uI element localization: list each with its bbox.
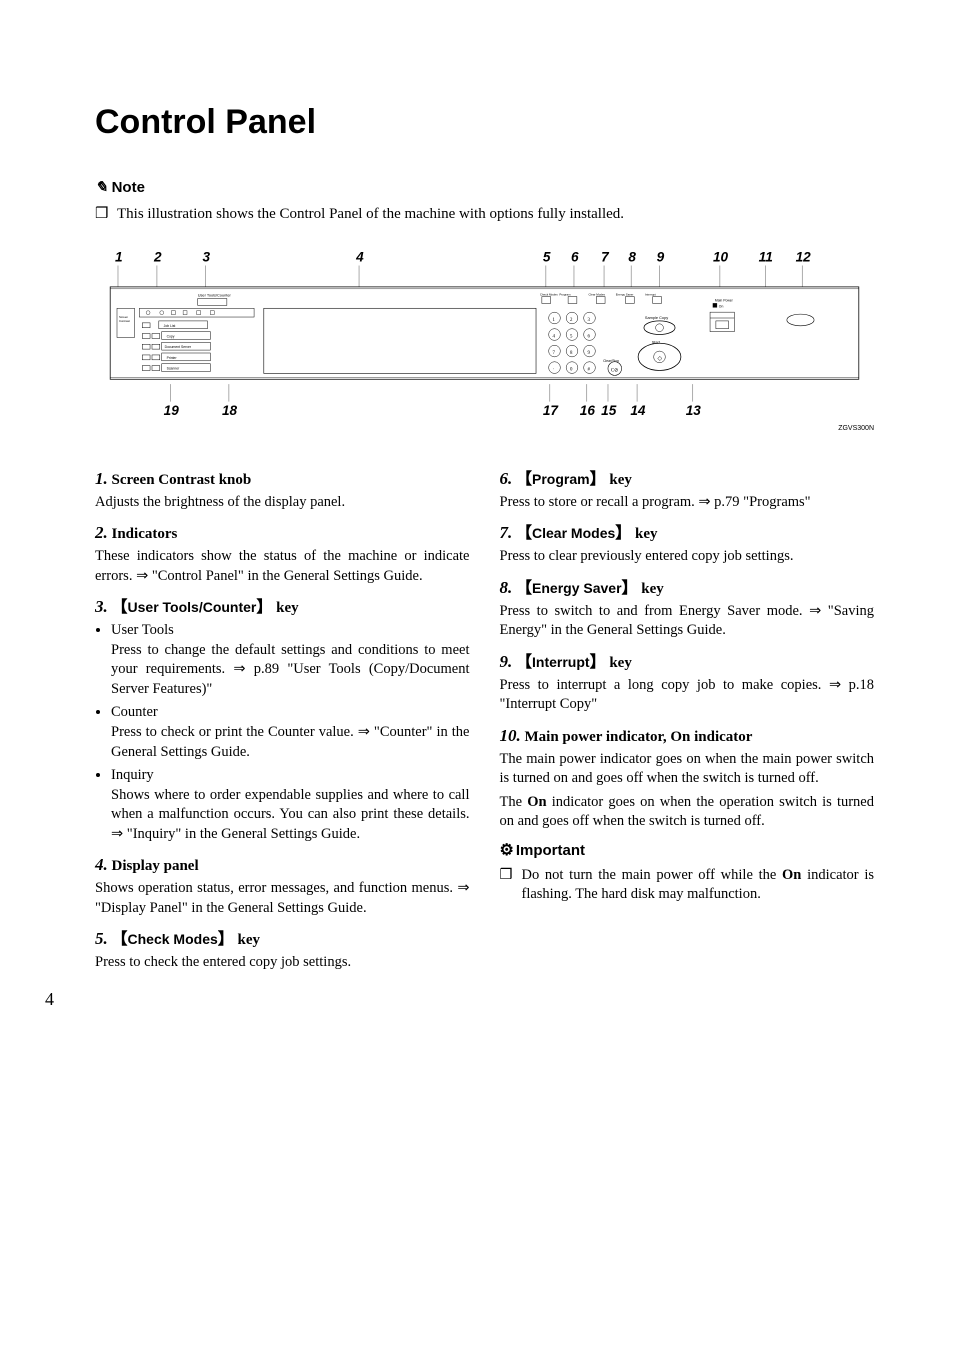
important-item: Do not turn the main power off while the…	[500, 866, 875, 905]
item-5-head: 5. 【Check Modes】 key	[95, 928, 470, 951]
sublist-item: User Tools Press to change the default s…	[111, 621, 470, 699]
svg-text:17: 17	[543, 404, 560, 419]
item-4-head: 4. Display panel	[95, 854, 470, 877]
svg-text:8: 8	[570, 351, 573, 356]
svg-text:◇: ◇	[658, 356, 663, 362]
svg-text:5: 5	[543, 250, 551, 265]
item-1-body: Adjusts the brightness of the display pa…	[95, 493, 470, 513]
right-column: 6. 【Program】 key Press to store or recal…	[500, 458, 875, 977]
important-list: Do not turn the main power off while the…	[500, 866, 875, 905]
svg-text:6: 6	[571, 250, 579, 265]
sublist-item: Inquiry Shows where to order expendable …	[111, 766, 470, 844]
svg-text:Check Modes: Check Modes	[540, 293, 558, 297]
item-5-body: Press to check the entered copy job sett…	[95, 953, 470, 973]
svg-text:9: 9	[657, 250, 665, 265]
sublist-item: Counter Press to check or print the Coun…	[111, 703, 470, 762]
svg-text:3: 3	[203, 250, 211, 265]
page-title: Control Panel	[95, 100, 874, 146]
svg-text:12: 12	[796, 250, 812, 265]
svg-text:8: 8	[628, 250, 636, 265]
page-number: 4	[45, 987, 874, 1011]
control-panel-diagram: 1 2 3 4 5 6 7 8 9 10 11 12 Screen Contra…	[95, 248, 874, 429]
svg-text:4: 4	[355, 250, 364, 265]
item-6-body: Press to store or recall a program. ⇒ p.…	[500, 493, 875, 513]
important-header: ⚙Important	[500, 840, 875, 862]
item-7-body: Press to clear previously entered copy j…	[500, 547, 875, 567]
item-10-body: The main power indicator goes on when th…	[500, 750, 875, 832]
item-1-head: 1. Screen Contrast knob	[95, 468, 470, 491]
diagram-code: ZGVS300N	[838, 424, 874, 433]
item-3-head: 3. 【User Tools/Counter】 key	[95, 596, 470, 619]
svg-text:6: 6	[588, 335, 591, 340]
item-10-head: 10. Main power indicator, On indicator	[500, 725, 875, 748]
item-9-head: 9. 【Interrupt】 key	[500, 651, 875, 674]
svg-text:14: 14	[630, 404, 646, 419]
pencil-icon: ✎	[95, 179, 108, 196]
svg-text:15: 15	[601, 404, 617, 419]
svg-text:User Tools/Counter: User Tools/Counter	[198, 293, 232, 298]
svg-text:2: 2	[570, 318, 573, 323]
svg-text:7: 7	[601, 250, 610, 265]
svg-text:On: On	[719, 305, 724, 309]
item-3-body: User Tools Press to change the default s…	[95, 621, 470, 844]
svg-text:Copy: Copy	[167, 335, 175, 339]
svg-text:Energy Saver: Energy Saver	[616, 293, 634, 297]
svg-text:Program: Program	[559, 293, 571, 297]
svg-text:Main Power: Main Power	[715, 299, 734, 303]
svg-text:C⊘: C⊘	[611, 368, 618, 374]
svg-text:4: 4	[553, 335, 556, 340]
item-8-body: Press to switch to and from Energy Saver…	[500, 602, 875, 641]
svg-text:Job List: Job List	[164, 324, 176, 328]
item-9-body: Press to interrupt a long copy job to ma…	[500, 676, 875, 715]
svg-text:Contrast: Contrast	[119, 319, 130, 323]
svg-text:11: 11	[759, 250, 773, 265]
note-header: ✎Note	[95, 178, 874, 198]
svg-text:Clear Modes: Clear Modes	[589, 293, 606, 297]
svg-text:Sample Copy: Sample Copy	[645, 315, 668, 320]
svg-text:1: 1	[115, 250, 123, 265]
svg-text:0: 0	[570, 368, 573, 373]
diagram-svg: 1 2 3 4 5 6 7 8 9 10 11 12 Screen Contra…	[95, 248, 874, 423]
svg-text:2: 2	[153, 250, 162, 265]
left-column: 1. Screen Contrast knob Adjusts the brig…	[95, 458, 470, 977]
item-7-head: 7. 【Clear Modes】 key	[500, 522, 875, 545]
svg-text:18: 18	[222, 404, 238, 419]
item-2-body: These indicators show the status of the …	[95, 547, 470, 586]
svg-text:13: 13	[686, 404, 702, 419]
svg-text:19: 19	[164, 404, 180, 419]
svg-text:Printer: Printer	[167, 356, 178, 360]
svg-text:·: ·	[553, 368, 555, 373]
svg-text:Document Server: Document Server	[165, 346, 192, 350]
svg-text:#: #	[588, 368, 591, 373]
svg-text:5: 5	[570, 335, 573, 340]
item-8-head: 8. 【Energy Saver】 key	[500, 577, 875, 600]
svg-text:16: 16	[580, 404, 596, 419]
note-item: This illustration shows the Control Pane…	[95, 204, 874, 224]
svg-text:10: 10	[713, 250, 729, 265]
note-label: Note	[112, 179, 145, 196]
item-6-head: 6. 【Program】 key	[500, 468, 875, 491]
note-list: This illustration shows the Control Pane…	[95, 204, 874, 224]
gear-icon: ⚙	[500, 842, 514, 859]
svg-text:9: 9	[588, 351, 591, 356]
svg-text:Interrupt: Interrupt	[645, 293, 656, 297]
item-2-head: 2. Indicators	[95, 522, 470, 545]
svg-text:3: 3	[588, 318, 591, 323]
item-4-body: Shows operation status, error messages, …	[95, 879, 470, 918]
svg-text:Scanner: Scanner	[167, 367, 180, 371]
svg-text:1: 1	[553, 318, 556, 323]
svg-text:7: 7	[553, 351, 556, 356]
